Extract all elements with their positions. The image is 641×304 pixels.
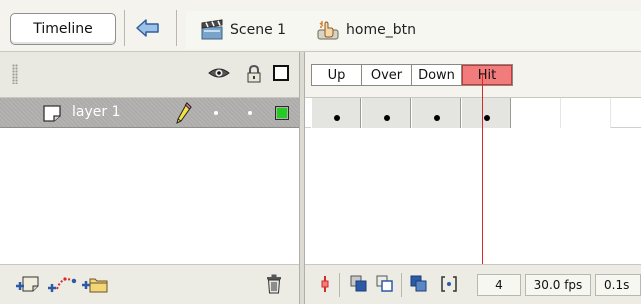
onion-skin-button[interactable] xyxy=(349,275,369,295)
frame-label-over[interactable]: Over xyxy=(362,65,412,85)
insert-layer-icon[interactable] xyxy=(16,273,42,295)
keyframe-cell-hit[interactable] xyxy=(461,98,511,128)
frame-rate-readout: 30.0 fps xyxy=(525,274,591,296)
outline-icon[interactable] xyxy=(272,64,290,82)
onion-skin-outlines-icon xyxy=(376,275,394,296)
pencil-icon xyxy=(176,102,192,127)
footer-divider xyxy=(339,273,340,297)
frame-grid-empty-area xyxy=(305,128,641,264)
frame-label-down[interactable]: Down xyxy=(412,65,462,85)
timeline-toolbar: Timeline Scene 1 home_btn xyxy=(0,0,641,52)
panel-grip-handle[interactable] xyxy=(12,64,18,84)
insert-layer-folder-icon[interactable] xyxy=(82,273,110,295)
layer-header xyxy=(0,52,299,98)
toolbar-divider xyxy=(176,10,177,46)
current-frame-value: 4 xyxy=(495,278,503,292)
current-frame-readout: 4 xyxy=(477,274,521,296)
frame-label-up[interactable]: Up xyxy=(312,65,362,85)
lock-icon[interactable] xyxy=(246,64,262,84)
onion-markers-icon xyxy=(440,275,458,296)
layer-footer xyxy=(0,264,299,304)
frame-label-hit[interactable]: Hit xyxy=(462,65,512,85)
delete-layer-icon[interactable] xyxy=(264,273,284,295)
breadcrumb-scene-label: Scene 1 xyxy=(230,22,287,38)
timeline-button-label: Timeline xyxy=(33,21,93,37)
keyframe-cell-down[interactable] xyxy=(411,98,461,128)
playhead[interactable] xyxy=(482,74,483,270)
keyframe-dot xyxy=(384,115,390,121)
keyframe-cell-over[interactable] xyxy=(361,98,411,128)
empty-frame-cell[interactable] xyxy=(511,98,561,128)
breadcrumb-symbol-label: home_btn xyxy=(346,22,416,38)
eye-icon[interactable] xyxy=(208,64,230,82)
button-symbol-icon xyxy=(316,19,340,41)
breadcrumb-symbol[interactable]: home_btn xyxy=(316,11,416,49)
modify-onion-markers-button[interactable] xyxy=(439,275,459,295)
keyframe-dot xyxy=(434,115,440,121)
edit-multiple-frames-icon xyxy=(410,275,428,296)
visibility-toggle[interactable] xyxy=(214,111,218,115)
layer-name: layer 1 xyxy=(72,104,121,120)
center-frame-icon xyxy=(318,275,332,296)
add-motion-guide-icon[interactable] xyxy=(48,273,78,295)
breadcrumb: Scene 1 home_btn xyxy=(186,11,641,49)
timeline-button[interactable]: Timeline xyxy=(10,13,116,45)
empty-frame-cell[interactable] xyxy=(561,98,611,128)
elapsed-time-readout: 0.1s xyxy=(595,274,641,296)
edit-multiple-frames-button[interactable] xyxy=(409,275,429,295)
keyframe-dot xyxy=(484,115,490,121)
frame-rate-value: 30.0 fps xyxy=(533,278,583,292)
keyframe-dot xyxy=(334,115,340,121)
breadcrumb-scene[interactable]: Scene 1 xyxy=(200,11,286,49)
back-arrow-icon xyxy=(135,18,161,41)
outline-color-swatch[interactable] xyxy=(275,106,289,120)
back-button[interactable] xyxy=(130,16,166,42)
toolbar-divider xyxy=(124,10,125,46)
elapsed-time-value: 0.1s xyxy=(604,278,630,292)
scene-clapper-icon xyxy=(200,19,224,41)
layer-list-empty-area xyxy=(0,128,299,264)
frame-cells xyxy=(311,98,611,128)
frame-footer: 4 30.0 fps 0.1s xyxy=(305,264,641,304)
frame-header: Up Over Down Hit xyxy=(305,52,641,98)
center-frame-button[interactable] xyxy=(315,275,335,295)
layer-icon xyxy=(42,104,64,125)
lock-toggle[interactable] xyxy=(248,111,252,115)
frame-row xyxy=(305,98,641,128)
layer-row[interactable]: layer 1 xyxy=(0,98,299,128)
onion-skin-outlines-button[interactable] xyxy=(375,275,395,295)
footer-divider xyxy=(401,273,402,297)
keyframe-cell-up[interactable] xyxy=(311,98,361,128)
onion-skin-icon xyxy=(350,275,368,296)
